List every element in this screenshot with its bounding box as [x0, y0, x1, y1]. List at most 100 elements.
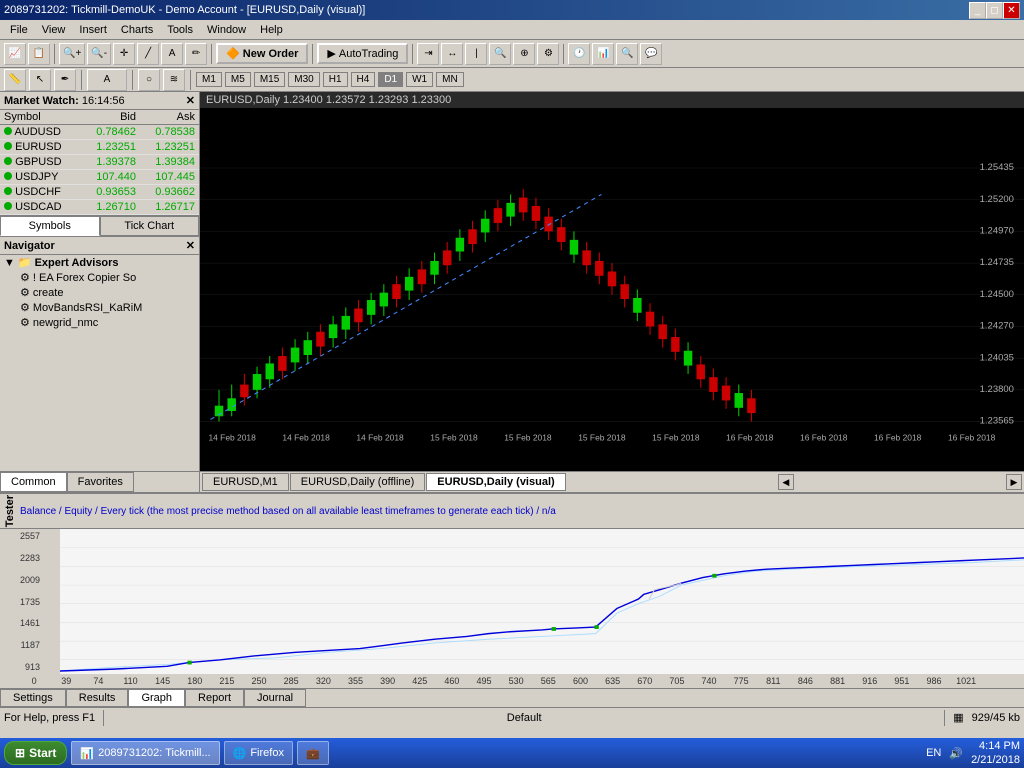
tf-m30[interactable]: M30 [288, 72, 319, 87]
nav-movbands[interactable]: ⚙ MovBandsRSI_KaRiM [0, 300, 199, 315]
sep7 [132, 70, 133, 90]
market-watch-row[interactable]: USDCHF 0.93653 0.93662 [0, 185, 199, 200]
tf-mn[interactable]: MN [436, 72, 464, 87]
status-sep1 [103, 710, 104, 726]
navigator-title: Navigator [4, 240, 55, 252]
market-watch-row[interactable]: GBPUSD 1.39378 1.39384 [0, 155, 199, 170]
market-watch-row[interactable]: AUDUSD 0.78462 0.78538 [0, 125, 199, 140]
auto-trading-button[interactable]: ▶ AutoTrading [317, 43, 408, 64]
nav-expert-advisors[interactable]: ▼ 📁 Expert Advisors [0, 255, 199, 270]
text-input-area[interactable]: A [87, 69, 127, 91]
search-btn[interactable]: 🔍 [616, 43, 638, 65]
tester-tab-graph[interactable]: Graph [128, 689, 185, 707]
nav-newgrid[interactable]: ⚙ newgrid_nmc [0, 315, 199, 330]
tf-m15[interactable]: M15 [254, 72, 285, 87]
pen-btn[interactable]: ✒ [54, 69, 76, 91]
market-watch-row[interactable]: USDJPY 107.440 107.445 [0, 170, 199, 185]
period-sep-btn[interactable]: | [465, 43, 487, 65]
chart-shift-btn[interactable]: ⇥ [417, 43, 439, 65]
tester-tab-journal[interactable]: Journal [244, 689, 306, 707]
tf-d1[interactable]: D1 [378, 72, 403, 87]
nav-create[interactable]: ⚙ create [0, 285, 199, 300]
navigator-close[interactable]: ✕ [186, 239, 195, 252]
menu-insert[interactable]: Insert [73, 23, 113, 37]
y-axis: 2557 2283 2009 1735 1461 1187 913 [0, 529, 42, 674]
line-tool-btn[interactable]: ╱ [137, 43, 159, 65]
menu-file[interactable]: File [4, 23, 34, 37]
menu-view[interactable]: View [36, 23, 72, 37]
taskbar-app-other[interactable]: 💼 [297, 741, 329, 765]
nav-label: newgrid_nmc [33, 317, 98, 329]
chart-tab-daily-offline[interactable]: EURUSD,Daily (offline) [290, 473, 426, 491]
new-chart-btn[interactable]: 📈 [4, 43, 26, 65]
chart-prev-btn[interactable]: ◀ [778, 474, 794, 490]
zoom2-btn[interactable]: ⊕ [513, 43, 535, 65]
chart-template-btn[interactable]: 📋 [28, 43, 50, 65]
restore-button[interactable]: ◻ [986, 2, 1003, 19]
tester-graph-container: 2557 2283 2009 1735 1461 1187 913 [0, 529, 1024, 674]
zoom-in-btn[interactable]: 🔍+ [59, 43, 85, 65]
sep5 [563, 44, 564, 64]
tf-h4[interactable]: H4 [351, 72, 376, 87]
tester-tab-results[interactable]: Results [66, 689, 129, 707]
hist-btn[interactable]: 📊 [592, 43, 614, 65]
market-watch-close[interactable]: ✕ [186, 94, 195, 107]
market-watch-row[interactable]: USDCAD 1.26710 1.26717 [0, 200, 199, 215]
props-btn[interactable]: ⚙ [537, 43, 559, 65]
market-watch-row[interactable]: EURUSD 1.23251 1.23251 [0, 140, 199, 155]
nav-ea-forex-copier[interactable]: ⚙ ! EA Forex Copier So [0, 270, 199, 285]
ea-icon2: ⚙ [20, 286, 30, 299]
menu-window[interactable]: Window [201, 23, 252, 37]
clock-btn[interactable]: 🕐 [568, 43, 590, 65]
channel-btn[interactable]: ≋ [163, 69, 185, 91]
nav-label: Expert Advisors [35, 257, 119, 269]
symbol-cell: AUDUSD [0, 125, 81, 140]
tester-tab-report[interactable]: Report [185, 689, 244, 707]
new-order-button[interactable]: 🔶 New Order [216, 43, 308, 64]
svg-text:1.25200: 1.25200 [980, 194, 1014, 205]
ask-price: 0.78538 [140, 125, 199, 140]
nav-tab-common[interactable]: Common [0, 472, 67, 492]
svg-text:1.25435: 1.25435 [980, 162, 1014, 173]
chart-tab-daily-visual[interactable]: EURUSD,Daily (visual) [426, 473, 565, 491]
crosshair-btn[interactable]: ✛ [113, 43, 135, 65]
memory-icon: ▦ [953, 711, 963, 724]
tab-tick-chart[interactable]: Tick Chart [100, 216, 200, 236]
chat-btn[interactable]: 💬 [640, 43, 662, 65]
new-order-icon: 🔶 [226, 47, 240, 60]
chart-tab-m1[interactable]: EURUSD,M1 [202, 473, 289, 491]
line-draw-btn[interactable]: 📏 [4, 69, 26, 91]
taskbar-app-mt4[interactable]: 📊 2089731202: Tickmill... [71, 741, 219, 765]
tf-w1[interactable]: W1 [406, 72, 433, 87]
tf-m5[interactable]: M5 [225, 72, 251, 87]
taskbar-app-firefox[interactable]: 🌐 Firefox [224, 741, 293, 765]
arrow-btn[interactable]: ↖ [29, 69, 51, 91]
svg-text:1.24970: 1.24970 [980, 226, 1014, 237]
symbol-cell: GBPUSD [0, 155, 81, 170]
status-dot [4, 187, 12, 195]
tf-h1[interactable]: H1 [323, 72, 348, 87]
volume-icon[interactable]: 🔊 [949, 747, 963, 760]
menu-charts[interactable]: Charts [115, 23, 159, 37]
tf-m1[interactable]: M1 [196, 72, 222, 87]
firefox-label: Firefox [250, 747, 284, 759]
close-button[interactable]: ✕ [1003, 2, 1020, 19]
autoscroll-btn[interactable]: ↔ [441, 43, 463, 65]
menu-tools[interactable]: Tools [161, 23, 199, 37]
auto-trading-icon: ▶ [327, 47, 335, 60]
minimize-button[interactable]: _ [969, 2, 986, 19]
tester-tab-settings[interactable]: Settings [0, 689, 66, 707]
draw-tool-btn[interactable]: ✏ [185, 43, 207, 65]
graph-container [60, 529, 1024, 674]
ellipse-btn[interactable]: ○ [138, 69, 160, 91]
start-button[interactable]: ⊞ Start [4, 741, 67, 765]
menu-help[interactable]: Help [254, 23, 289, 37]
chart-canvas[interactable]: 1.25435 1.25200 1.24970 1.24735 1.24500 … [200, 108, 1024, 471]
zoom-out-btn[interactable]: 🔍- [87, 43, 111, 65]
nav-tab-favorites[interactable]: Favorites [67, 472, 134, 492]
chart-next-btn[interactable]: ▶ [1006, 474, 1022, 490]
zoom-btn[interactable]: 🔍 [489, 43, 511, 65]
chart-header: EURUSD,Daily 1.23400 1.23572 1.23293 1.2… [200, 92, 1024, 108]
text-tool-btn[interactable]: A [161, 43, 183, 65]
tab-symbols[interactable]: Symbols [0, 216, 100, 236]
